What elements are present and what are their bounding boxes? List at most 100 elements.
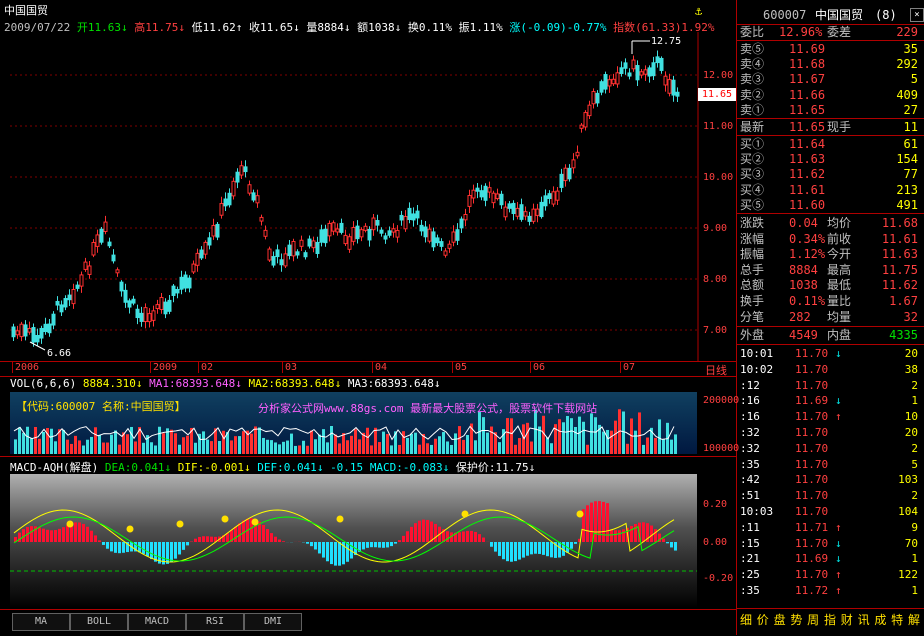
volume-bar [30, 438, 33, 454]
quote-title: 600007 中国国贸 (8) [737, 8, 924, 23]
bottom-tab[interactable]: 特 [889, 611, 905, 628]
volume-bar [546, 437, 549, 454]
volume-bar [322, 429, 325, 454]
volume-bar [34, 427, 37, 454]
chart-area[interactable]: 中国国贸 2009/07/22 开11.63↓ 高11.75↓ 低11.62↑ … [0, 0, 737, 635]
macd-bar [110, 542, 113, 551]
bottom-tab[interactable]: 指 [822, 611, 838, 628]
macd-bar [174, 542, 177, 559]
macd-bar [282, 541, 285, 542]
cycle-label[interactable]: 日线 [705, 362, 727, 378]
bottom-tab[interactable]: 盘 [772, 611, 788, 628]
volume-bar [646, 438, 649, 454]
macd-bar [146, 542, 149, 556]
volume-bar [278, 444, 281, 454]
macd-bar [98, 540, 101, 542]
macd-bar [46, 530, 49, 542]
tab-ma[interactable]: MA [12, 613, 70, 631]
tab-boll[interactable]: BOLL [70, 613, 128, 631]
volume-bar [178, 445, 181, 454]
volume-bar [430, 445, 433, 454]
macd-bar [114, 542, 117, 553]
signal-dot [127, 526, 134, 533]
macd-bar [422, 520, 425, 542]
tick-row: :3211.702 [737, 441, 922, 457]
bottom-tab[interactable]: 成 [872, 611, 888, 628]
volume-bar [102, 443, 105, 454]
bottom-tab[interactable]: 讯 [856, 611, 872, 628]
macd-bar [374, 542, 377, 547]
tab-rsi[interactable]: RSI [186, 613, 244, 631]
macd-bar [326, 542, 329, 561]
volume-bar [466, 435, 469, 454]
anchor-icon[interactable]: ⚓ [695, 4, 702, 18]
macd-bar [670, 542, 673, 547]
macd-bar [226, 533, 229, 542]
volume-bar [526, 423, 529, 454]
volume-bar [158, 427, 161, 454]
macd-bar [586, 505, 589, 542]
volume-bar [286, 441, 289, 454]
tick-row: :1111.71↑9 [737, 520, 922, 536]
close-icon[interactable]: × [910, 8, 924, 22]
macd-bar [630, 526, 633, 542]
volume-bar [446, 441, 449, 454]
volume-bar [94, 427, 97, 454]
volume-bar [462, 440, 465, 454]
volume-bar [42, 432, 45, 454]
volume-bar [434, 439, 437, 454]
signal-dot [252, 519, 259, 526]
volume-bar [330, 426, 333, 454]
volume-bar [438, 436, 441, 454]
macd-bar [74, 522, 77, 542]
volume-bar [346, 440, 349, 454]
volume-bar [310, 431, 313, 454]
macd-bar [506, 542, 509, 561]
volume-bar [566, 416, 569, 454]
macd-panel[interactable] [10, 474, 697, 608]
macd-bar [306, 542, 309, 544]
bottom-tab[interactable]: 势 [788, 611, 804, 628]
volume-bar [274, 442, 277, 454]
macd-bar [234, 527, 237, 542]
macd-bar [434, 524, 437, 542]
volume-bar [82, 446, 85, 454]
macd-bar [270, 533, 273, 542]
bottom-tab[interactable]: 细 [738, 611, 754, 628]
macd-bar [546, 542, 549, 556]
macd-bar [30, 526, 33, 542]
macd-bar [414, 523, 417, 542]
bottom-tab[interactable]: 财 [839, 611, 855, 628]
volume-bar [218, 441, 221, 454]
macd-bar [318, 542, 321, 553]
macd-bar [366, 542, 369, 548]
macd-bar [242, 521, 245, 542]
tab-macd[interactable]: MACD [128, 613, 186, 631]
macd-bar [314, 542, 317, 549]
tab-dmi[interactable]: DMI [244, 613, 302, 631]
tick-row: :5111.702 [737, 488, 922, 504]
volume-bar [22, 433, 25, 454]
volume-bar [626, 444, 629, 454]
volume-bar [602, 432, 605, 454]
macd-bar [262, 525, 265, 542]
volume-bar [410, 434, 413, 454]
bottom-tab[interactable]: 解 [906, 611, 922, 628]
macd-bar [498, 542, 501, 556]
macd-bar [42, 529, 45, 542]
volume-bar [418, 445, 421, 454]
volume-bar [634, 431, 637, 454]
volume-bar [606, 430, 609, 454]
volume-bar [578, 417, 581, 454]
volume-bar [594, 417, 597, 454]
macd-bar [542, 542, 545, 555]
bottom-tab[interactable]: 价 [755, 611, 771, 628]
macd-bar [38, 527, 41, 542]
macd-bar [178, 542, 181, 554]
macd-bar [550, 542, 553, 557]
macd-bar [194, 539, 197, 542]
macd-bar [346, 542, 349, 562]
price-axis-label: 9.00 [703, 223, 727, 234]
tick-list[interactable]: 10:0111.70↓2010:0211.7038:1211.702:1611.… [737, 346, 924, 606]
bottom-tab[interactable]: 周 [805, 611, 821, 628]
